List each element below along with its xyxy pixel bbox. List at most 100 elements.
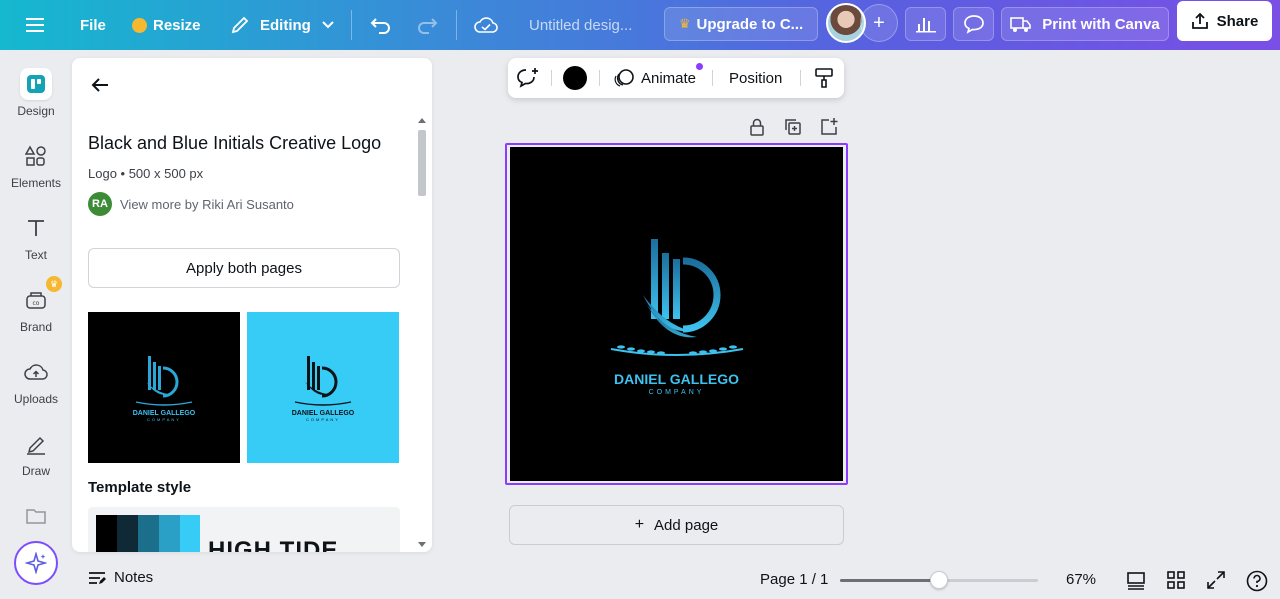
rail-item-uploads[interactable]: Uploads: [0, 356, 72, 416]
divider: [599, 70, 600, 86]
upload-share-icon: [1191, 12, 1208, 29]
rail-label: Uploads: [13, 392, 59, 406]
canvas-logo-sub[interactable]: COMPANY: [510, 389, 843, 396]
color-swatch: [96, 515, 117, 552]
document-title[interactable]: Untitled desig...: [529, 0, 632, 50]
scroll-up-arrow[interactable]: [418, 118, 426, 123]
menu-icon[interactable]: [26, 0, 46, 50]
pencil-icon: [231, 16, 249, 34]
design-icon: [20, 68, 52, 100]
notes-icon: [89, 571, 106, 584]
top-bar: File Resize Editing Untitled desig... ♛ …: [0, 0, 1280, 50]
undo-icon[interactable]: [370, 0, 392, 50]
magic-assistant-button[interactable]: [14, 541, 58, 585]
page-indicator[interactable]: Page 1 / 1: [760, 571, 828, 588]
rail-item-elements[interactable]: Elements: [0, 140, 72, 200]
editing-dropdown[interactable]: Editing: [230, 0, 335, 50]
share-button[interactable]: Share: [1177, 1, 1272, 41]
crown-icon: ♛: [678, 16, 691, 31]
divider: [351, 10, 352, 40]
thumb-logo-name: DANIEL GALLEGO: [132, 409, 196, 417]
logo-mark-icon: [294, 355, 352, 406]
template-panel: Black and Blue Initials Creative Logo Lo…: [72, 58, 432, 552]
rail-label: Text: [24, 248, 47, 262]
back-arrow-icon[interactable]: [90, 76, 110, 99]
bar-chart-icon: [915, 18, 936, 33]
draw-icon: [20, 428, 52, 460]
template-title: Black and Blue Initials Creative Logo: [88, 133, 382, 153]
divider: [551, 70, 552, 86]
design-canvas[interactable]: DANIEL GALLEGO COMPANY: [510, 147, 843, 481]
zoom-slider-knob[interactable]: [930, 571, 948, 589]
template-style-card[interactable]: HIGH TIDE: [88, 507, 400, 552]
rail-item-brand[interactable]: co ♛ Brand: [0, 276, 72, 344]
page-view-icon[interactable]: [1126, 570, 1146, 590]
resize-button[interactable]: Resize: [132, 0, 201, 50]
comments-button[interactable]: [953, 7, 994, 41]
thumb-logo-name: DANIEL GALLEGO: [291, 409, 355, 417]
sparkle-icon: [25, 552, 47, 574]
zoom-level[interactable]: 67%: [1066, 571, 1096, 588]
animate-label: Animate: [641, 69, 697, 87]
print-with-canva-button[interactable]: Print with Canva: [1001, 7, 1169, 41]
apply-both-pages-button[interactable]: Apply both pages: [88, 248, 400, 288]
print-label: Print with Canva: [1042, 15, 1160, 33]
editing-label: Editing: [260, 16, 311, 34]
left-rail: Design Elements Text co ♛ Brand Uploads …: [0, 50, 72, 599]
elements-icon: [20, 140, 52, 172]
rail-item-text[interactable]: Text: [0, 212, 72, 272]
author-link[interactable]: RA View more by Riki Ari Susanto: [88, 192, 294, 216]
background-color-button[interactable]: [563, 58, 587, 98]
rail-label: Design: [17, 104, 55, 118]
add-collaborator-button[interactable]: +: [860, 4, 898, 42]
crown-icon: [132, 17, 147, 33]
upgrade-button[interactable]: ♛ Upgrade to C...: [664, 7, 818, 41]
comment-add-icon[interactable]: [516, 58, 540, 98]
notes-button[interactable]: Notes: [88, 569, 153, 586]
color-swatch: [138, 515, 159, 552]
position-button[interactable]: Position: [729, 58, 782, 98]
cloud-upload-icon: [20, 356, 52, 388]
template-style-heading: Template style: [88, 479, 192, 496]
plus-icon: +: [873, 11, 885, 34]
author-avatar: RA: [88, 192, 112, 216]
divider: [456, 10, 457, 40]
text-icon: [20, 212, 52, 244]
canvas-logo-name[interactable]: DANIEL GALLEGO: [510, 371, 843, 387]
insights-button[interactable]: [905, 7, 946, 41]
animate-button[interactable]: Animate: [613, 58, 696, 98]
resize-label: Resize: [153, 16, 201, 34]
crown-badge-icon: ♛: [46, 276, 62, 292]
panel-scrollbar[interactable]: [417, 114, 427, 552]
redo-icon[interactable]: [416, 0, 438, 50]
scroll-down-arrow[interactable]: [418, 542, 426, 547]
copy-style-icon[interactable]: [814, 58, 834, 98]
lock-icon[interactable]: [747, 117, 767, 137]
add-page-button[interactable]: + Add page: [509, 505, 844, 545]
rail-item-draw[interactable]: Draw: [0, 428, 72, 488]
context-toolbar: Animate Position: [508, 58, 844, 98]
help-icon[interactable]: [1246, 570, 1268, 592]
cloud-saved-icon[interactable]: [474, 0, 498, 50]
template-page-thumbnail-light[interactable]: DANIEL GALLEGO COMPANY: [247, 312, 399, 463]
fullscreen-icon[interactable]: [1206, 570, 1226, 590]
grid-view-icon[interactable]: [1166, 570, 1186, 590]
svg-text:co: co: [33, 300, 40, 307]
notes-label: Notes: [114, 569, 154, 586]
color-swatch: [563, 66, 587, 90]
truck-icon: [1010, 17, 1032, 32]
rail-label: Elements: [10, 176, 62, 190]
color-swatch: [117, 515, 138, 552]
file-menu[interactable]: File: [80, 0, 106, 50]
chevron-down-icon: [322, 21, 334, 29]
template-page-thumbnail-dark[interactable]: DANIEL GALLEGO COMPANY: [88, 312, 240, 463]
duplicate-page-icon[interactable]: [783, 117, 803, 137]
zoom-slider[interactable]: [840, 571, 1038, 589]
new-feature-dot: [696, 63, 703, 70]
add-page-icon[interactable]: [819, 117, 839, 137]
thumb-logo-sub: COMPANY: [147, 416, 181, 422]
scroll-thumb[interactable]: [418, 130, 426, 196]
rail-item-design[interactable]: Design: [0, 68, 72, 128]
share-label: Share: [1216, 12, 1259, 30]
color-swatch: [180, 515, 200, 552]
